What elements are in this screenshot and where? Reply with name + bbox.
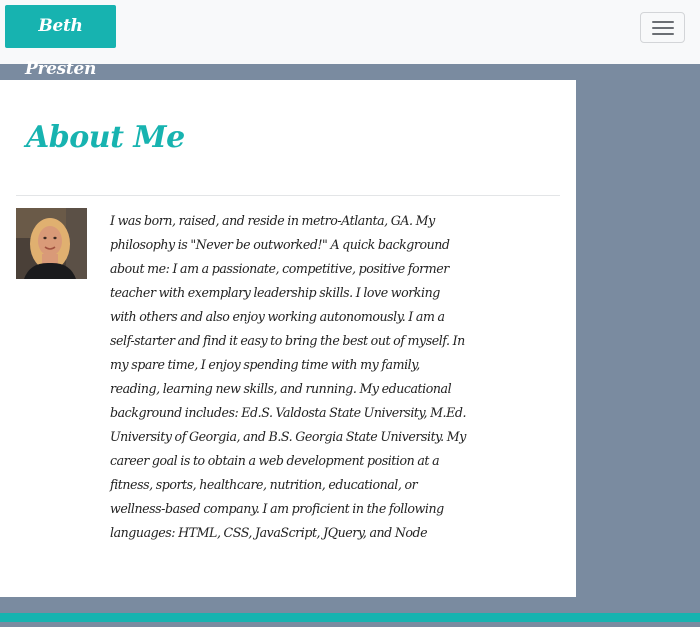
navbar: Beth Presten: [0, 0, 700, 79]
profile-photo: [16, 208, 87, 279]
hamburger-menu-icon-bar: [652, 27, 674, 29]
bio-text: I was born, raised, and reside in metro-…: [110, 213, 467, 540]
page-title: About Me: [26, 120, 185, 155]
profile-photo-image: [16, 208, 87, 279]
footer-accent-strip: [0, 613, 700, 622]
brand-link[interactable]: Beth Presten: [5, 5, 116, 79]
footer: [0, 622, 700, 627]
navbar-toggler-button[interactable]: [640, 12, 685, 43]
hamburger-menu-icon-bar: [652, 33, 674, 35]
about-card: About Me I was born, raised, and reside …: [0, 80, 576, 597]
hamburger-menu-icon: [652, 21, 674, 23]
divider: [16, 195, 560, 196]
